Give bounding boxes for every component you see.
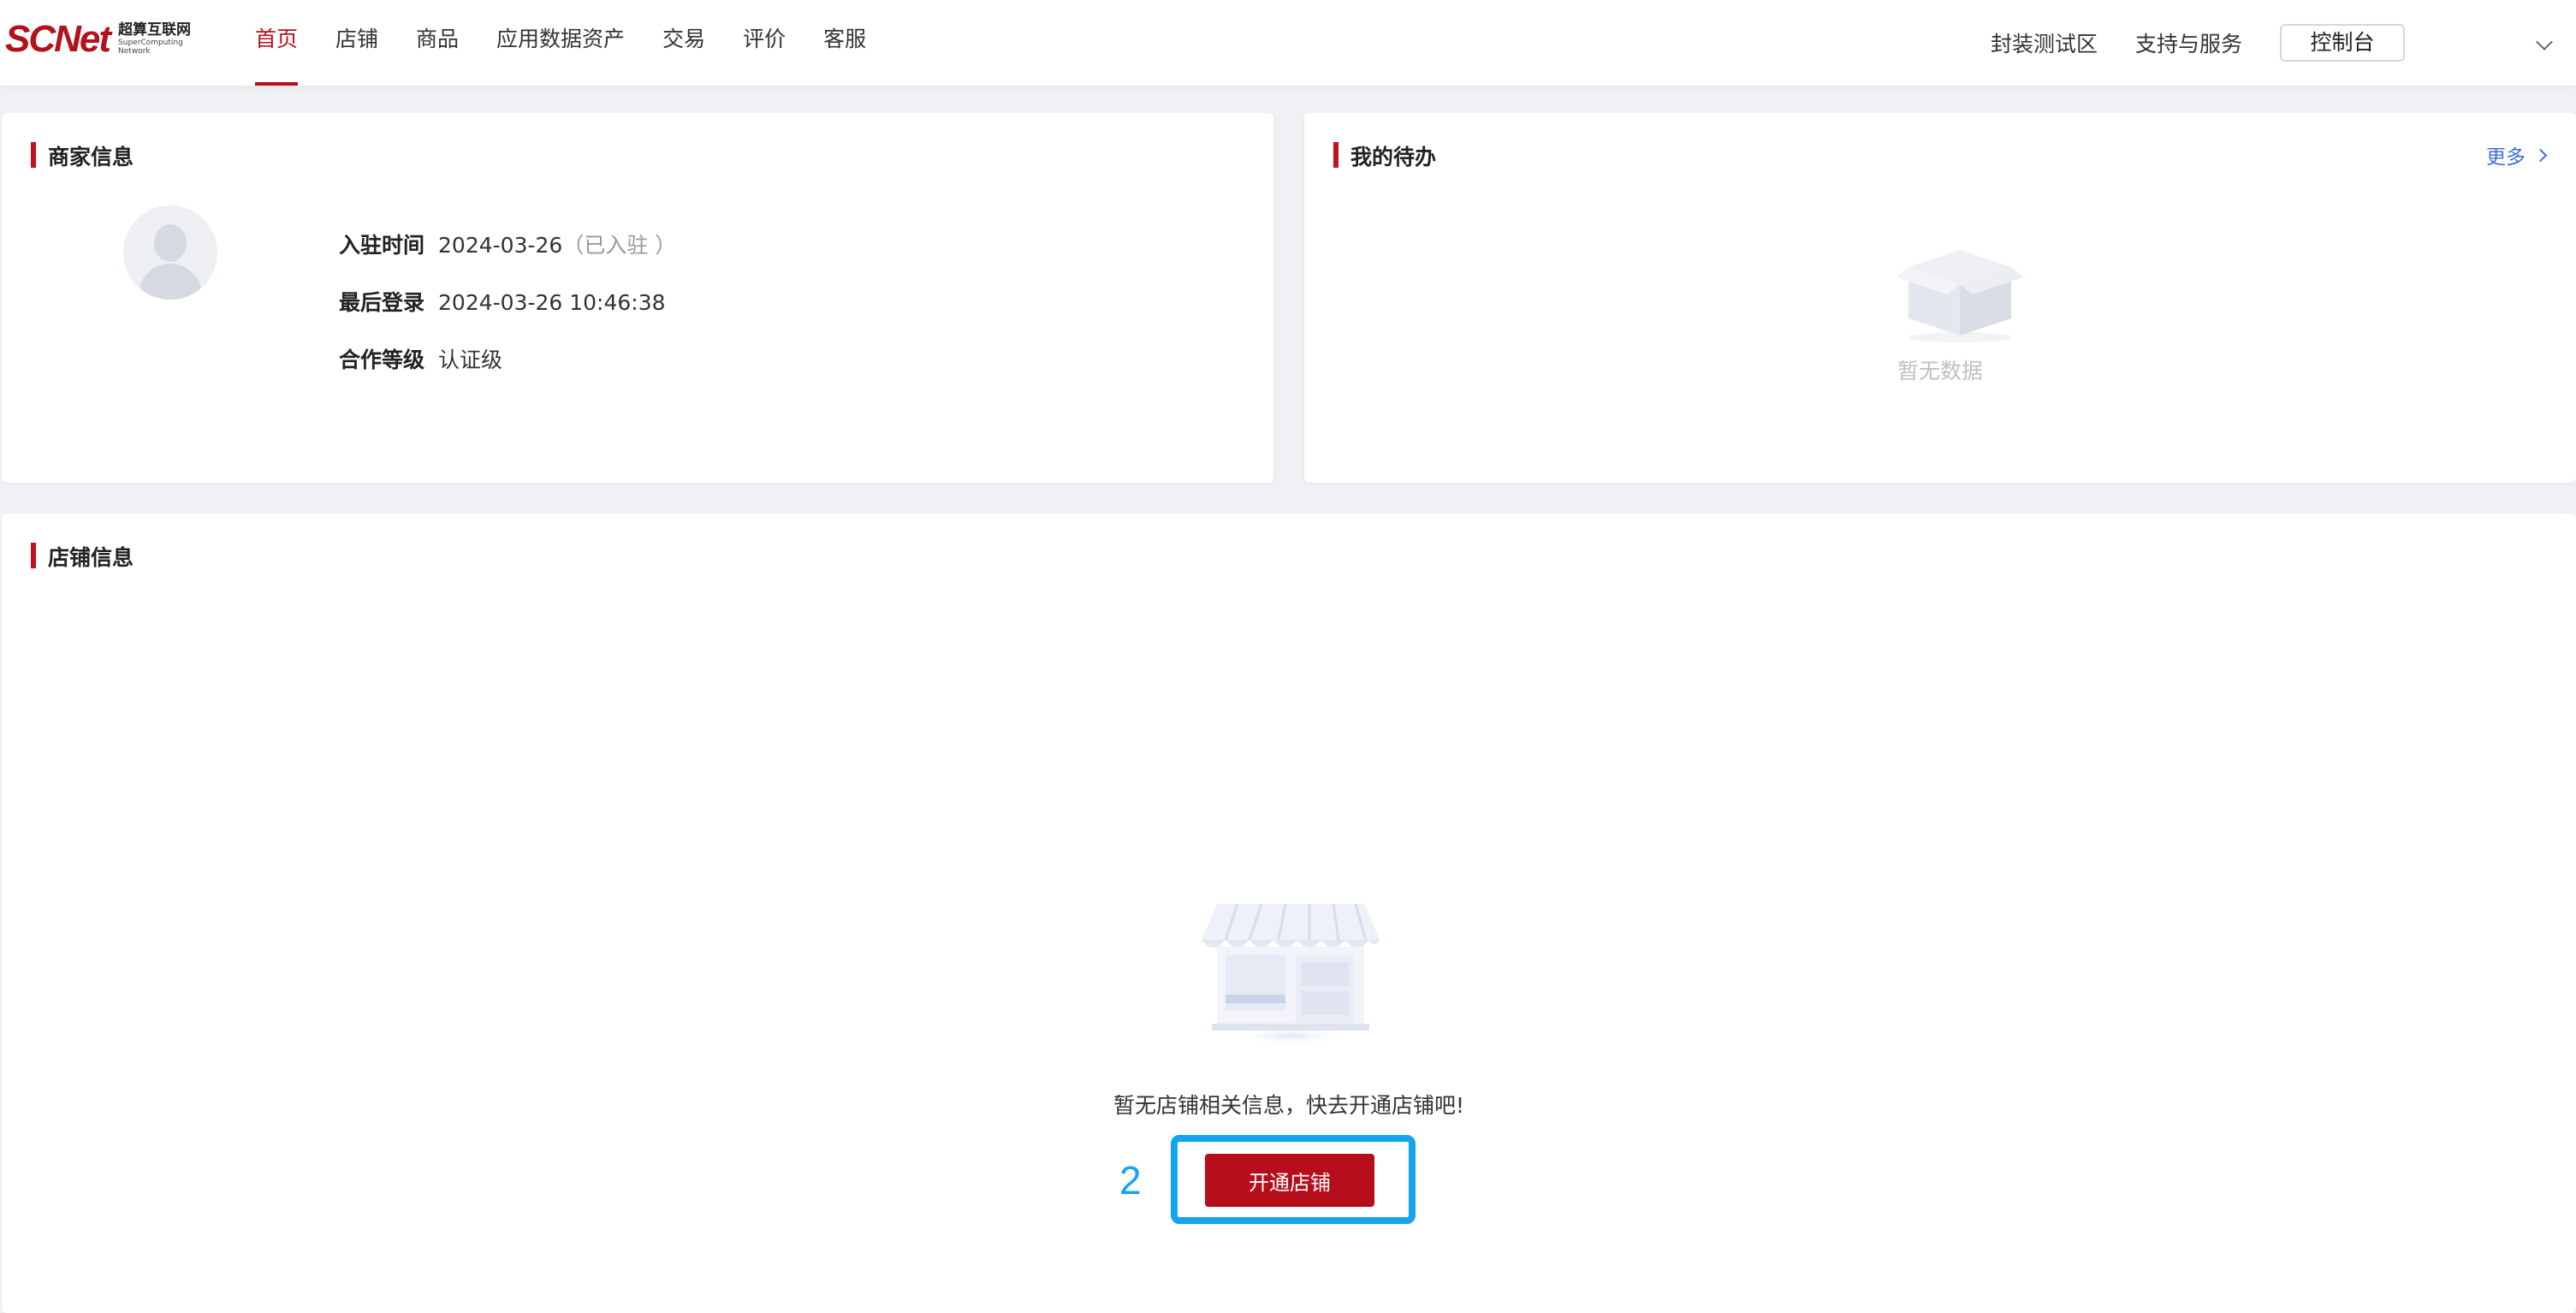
my-todo-title: 我的待办 <box>1333 140 1436 171</box>
join-time-row: 入驻时间 2024-03-26（已入驻 ） <box>339 231 676 260</box>
store-empty-text: 暂无店铺相关信息，快去开通店铺吧! <box>1113 1093 1465 1118</box>
support-services-link[interactable]: 支持与服务 <box>2135 27 2242 58</box>
avatar-head-shape <box>154 224 187 262</box>
header-right: 封装测试区 支持与服务 控制台 <box>1991 0 2576 86</box>
store-info-card: 店铺信息 暂无店铺相关信息，快去开通店铺吧! 2 开通店铺 <box>2 514 2576 1313</box>
partner-level-value: 认证级 <box>438 348 503 372</box>
join-time-value: 2024-03-26 <box>438 233 563 258</box>
join-status-note: （已入驻 ） <box>562 233 677 258</box>
nav-transactions[interactable]: 交易 <box>662 0 705 86</box>
partner-level-label: 合作等级 <box>339 348 425 372</box>
nav-reviews[interactable]: 评价 <box>743 0 786 86</box>
storefront-icon <box>1202 903 1380 1044</box>
merchant-info-card: 商家信息 入驻时间 2024-03-26（已入驻 ） 最后登录 2024-03-26… <box>2 113 1273 483</box>
merchant-info-title: 商家信息 <box>31 140 134 171</box>
nav-store[interactable]: 店铺 <box>335 0 378 86</box>
nav-customer-service[interactable]: 客服 <box>823 0 866 86</box>
open-store-button[interactable]: 开通店铺 <box>1205 1154 1374 1207</box>
console-button[interactable]: 控制台 <box>2280 24 2405 62</box>
nav-products[interactable]: 商品 <box>416 0 459 86</box>
avatar <box>123 205 217 300</box>
partner-level-row: 合作等级 认证级 <box>339 346 676 375</box>
chevron-right-icon <box>2533 148 2548 162</box>
logo-mark: SCNet <box>5 18 111 60</box>
nav-home[interactable]: 首页 <box>255 0 299 86</box>
chevron-down-icon <box>2536 33 2553 50</box>
nav-app-data-assets[interactable]: 应用数据资产 <box>496 0 625 86</box>
empty-box-icon <box>1896 250 2023 342</box>
logo-cn-name: 超算互联网 <box>118 21 192 39</box>
main-nav: 首页 店铺 商品 应用数据资产 交易 评价 客服 <box>255 0 904 86</box>
logo-en-name: SuperComputing Network <box>118 38 183 56</box>
packaging-test-link[interactable]: 封装测试区 <box>1991 27 2098 58</box>
join-time-label: 入驻时间 <box>339 233 425 258</box>
step-number: 2 <box>1119 1158 1142 1203</box>
merchant-info-list: 入驻时间 2024-03-26（已入驻 ） 最后登录 2024-03-26 10:4… <box>339 231 676 403</box>
top-header: SCNet 超算互联网 SuperComputing Network 首页 店铺… <box>0 0 2576 86</box>
last-login-row: 最后登录 2024-03-26 10:46:38 <box>339 288 676 318</box>
user-menu-dropdown[interactable] <box>2405 17 2576 68</box>
avatar-body-shape <box>139 264 202 300</box>
scnet-logo[interactable]: SCNet 超算互联网 SuperComputing Network <box>5 18 192 60</box>
more-link[interactable]: 更多 <box>2486 140 2548 169</box>
todo-empty-text: 暂无数据 <box>1896 359 1983 383</box>
store-info-title: 店铺信息 <box>31 541 134 572</box>
logo-text: 超算互联网 SuperComputing Network <box>118 21 192 56</box>
my-todo-card: 我的待办 更多 暂无数据 <box>1304 113 2576 483</box>
last-login-value: 2024-03-26 10:46:38 <box>438 290 666 315</box>
more-label: 更多 <box>2486 146 2526 169</box>
last-login-label: 最后登录 <box>339 290 425 315</box>
